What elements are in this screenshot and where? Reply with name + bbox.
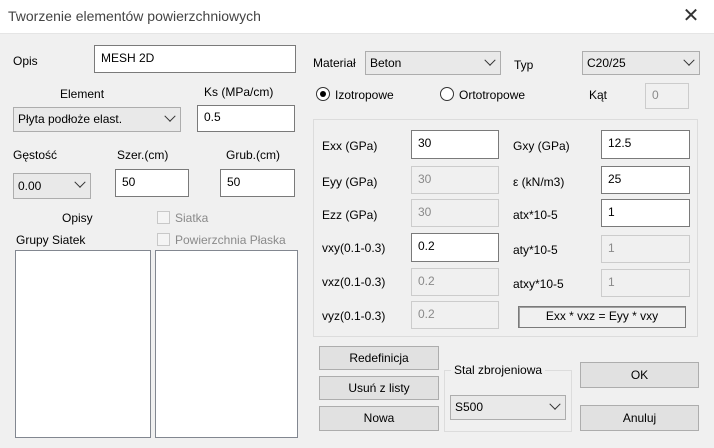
grupy-siatek-label: Grupy Siatek xyxy=(16,233,86,247)
typ-select-value: C20/25 xyxy=(587,56,626,70)
chevron-down-icon xyxy=(164,110,176,122)
szer-label: Szer.(cm) xyxy=(117,148,169,162)
element-label: Element xyxy=(60,87,105,101)
ortotropowe-label: Ortotropowe xyxy=(459,88,526,102)
element-select-value: Płyta podłoże elast. xyxy=(18,112,123,126)
chevron-down-icon xyxy=(484,54,496,66)
izotropowe-radio[interactable] xyxy=(316,87,330,101)
izotropowe-label: Izotropowe xyxy=(335,88,394,102)
gestosc-select[interactable]: 0.00 xyxy=(13,173,91,199)
powierzchnia-list[interactable] xyxy=(155,250,298,438)
grupy-siatek-list[interactable] xyxy=(15,250,151,438)
powierzchnia-plaska-checkbox[interactable] xyxy=(157,233,170,246)
siatka-checkbox[interactable] xyxy=(157,211,170,224)
nowa-button[interactable]: Nowa xyxy=(319,406,439,431)
stal-select[interactable]: S500 xyxy=(450,395,566,420)
ok-button[interactable]: OK xyxy=(580,362,699,388)
eyy-label: Eyy (GPa) xyxy=(322,175,378,189)
vyz-label: vyz(0.1-0.3) xyxy=(322,309,386,323)
redefinicja-button[interactable]: Redefinicja xyxy=(319,346,439,370)
chevron-down-icon xyxy=(74,176,86,188)
eyy-input[interactable]: 30 xyxy=(411,166,499,194)
stal-label: Stal zbrojeniowa xyxy=(451,362,546,378)
kat-input[interactable]: 0 xyxy=(645,83,689,109)
window-title: Tworzenie elementów powierzchniowych xyxy=(8,8,261,24)
exx-label: Exx (GPa) xyxy=(322,139,378,153)
szer-input[interactable]: 50 xyxy=(115,169,189,197)
powierzchnia-plaska-label: Powierzchnia Płaska xyxy=(175,233,286,247)
gestosc-select-value: 0.00 xyxy=(18,179,42,193)
aty-input[interactable]: 1 xyxy=(601,235,690,263)
vxz-input[interactable]: 0.2 xyxy=(411,268,499,296)
vxz-label: vxz(0.1-0.3) xyxy=(322,275,386,289)
chevron-down-icon xyxy=(683,54,695,66)
chevron-down-icon xyxy=(549,398,561,410)
gestosc-label: Gęstość xyxy=(13,148,58,162)
aty-label: aty*10-5 xyxy=(513,243,558,257)
vxy-label: vxy(0.1-0.3) xyxy=(322,241,386,255)
ezz-label: Ezz (GPa) xyxy=(322,208,378,222)
close-icon[interactable]: ✕ xyxy=(680,6,702,27)
kat-label: Kąt xyxy=(589,88,608,102)
exx-input[interactable]: 30 xyxy=(411,130,499,159)
ks-input[interactable]: 0.5 xyxy=(197,105,295,132)
opis-label: Opis xyxy=(13,54,38,68)
usun-z-listy-button[interactable]: Usuń z listy xyxy=(319,376,439,400)
grub-label: Grub.(cm) xyxy=(226,148,280,162)
typ-label: Typ xyxy=(514,58,534,72)
vyz-input[interactable]: 0.2 xyxy=(411,301,499,329)
atx-label: atx*10-5 xyxy=(513,208,558,222)
anuluj-button[interactable]: Anuluj xyxy=(580,405,699,431)
material-label: Materiał xyxy=(313,56,356,70)
atx-input[interactable]: 1 xyxy=(601,199,690,227)
opisy-label: Opisy xyxy=(62,211,93,225)
ezz-input[interactable]: 30 xyxy=(411,199,499,227)
formula-display: Exx * vxz = Eyy * vxy xyxy=(518,306,686,328)
atxy-label: atxy*10-5 xyxy=(513,277,564,291)
grub-input[interactable]: 50 xyxy=(220,169,295,197)
material-select[interactable]: Beton xyxy=(365,51,501,75)
opis-input[interactable]: MESH 2D xyxy=(94,45,296,73)
ortotropowe-radio[interactable] xyxy=(440,87,454,101)
stal-select-value: S500 xyxy=(455,400,484,414)
atxy-input[interactable]: 1 xyxy=(601,269,690,297)
eps-input[interactable]: 25 xyxy=(601,166,690,194)
eps-label: ε (kN/m3) xyxy=(513,175,565,189)
typ-select[interactable]: C20/25 xyxy=(582,51,700,75)
gxy-label: Gxy (GPa) xyxy=(513,139,570,153)
gxy-input[interactable]: 12.5 xyxy=(601,130,690,159)
siatka-label: Siatka xyxy=(175,211,209,225)
title-bar: Tworzenie elementów powierzchniowych ✕ xyxy=(0,0,714,34)
material-select-value: Beton xyxy=(370,56,402,70)
ks-label: Ks (MPa/cm) xyxy=(204,85,274,99)
vxy-input[interactable]: 0.2 xyxy=(411,233,499,262)
element-select[interactable]: Płyta podłoże elast. xyxy=(13,107,181,132)
